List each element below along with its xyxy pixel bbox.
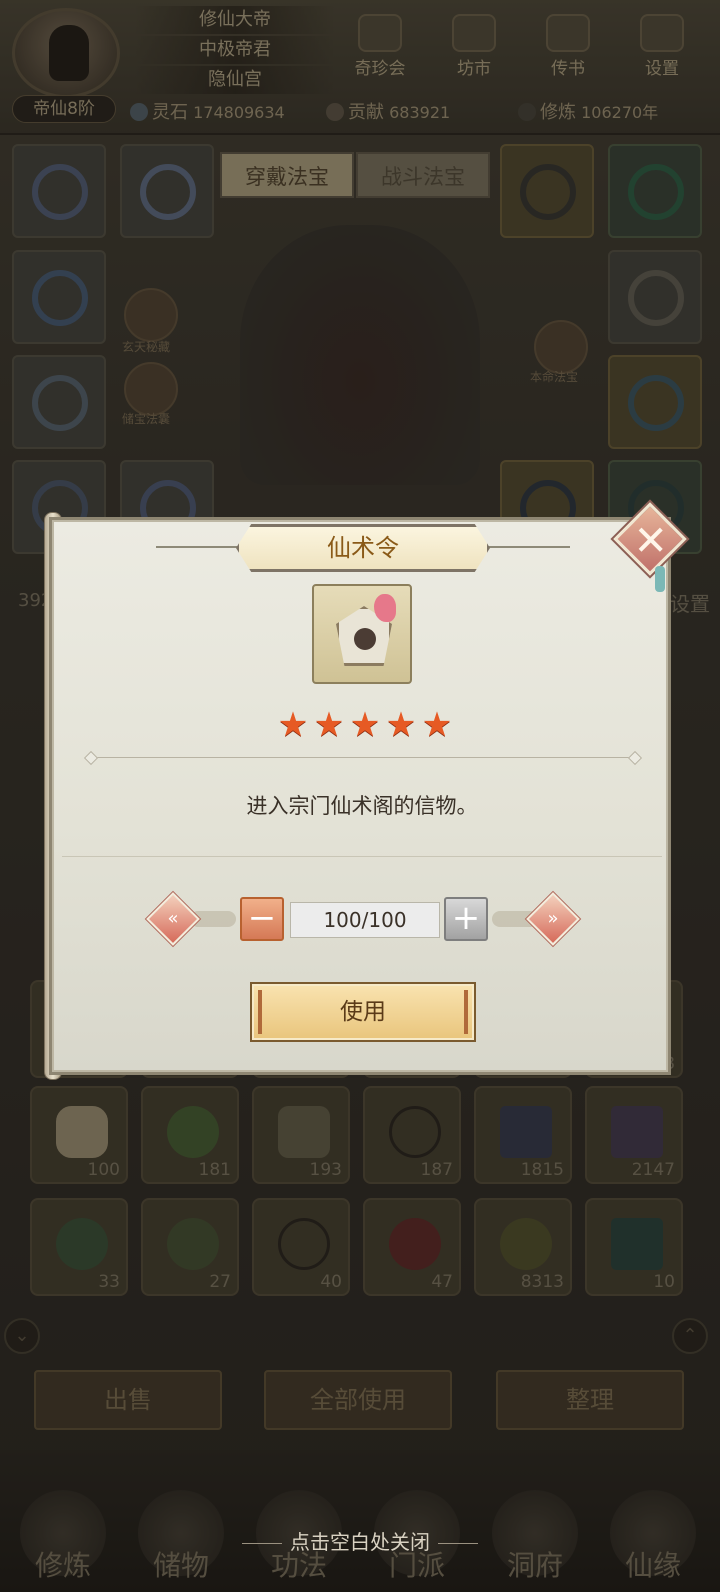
tassel-decoration xyxy=(655,566,665,592)
plus-button[interactable]: + xyxy=(444,897,488,941)
star-icon: ★ xyxy=(277,705,309,745)
star-rating: ★ ★ ★ ★ ★ xyxy=(276,708,456,742)
quantity-field[interactable]: 100/100 xyxy=(290,902,440,938)
item-description: 进入宗门仙术阁的信物。 xyxy=(246,794,478,818)
star-icon: ★ xyxy=(385,705,417,745)
item-token-icon xyxy=(312,584,412,684)
dialog-title: 仙术令 xyxy=(236,524,490,572)
star-icon: ★ xyxy=(421,705,453,745)
use-button[interactable]: 使用 xyxy=(250,982,476,1042)
star-icon: ★ xyxy=(349,705,381,745)
minus-button[interactable]: − xyxy=(240,897,284,941)
title-ornament-left xyxy=(156,546,240,548)
dialog-divider xyxy=(90,757,636,758)
panel-divider xyxy=(62,856,662,857)
title-ornament-right xyxy=(486,546,570,548)
close-hint: 点击空白处关闭 xyxy=(0,1526,720,1555)
star-icon: ★ xyxy=(313,705,345,745)
